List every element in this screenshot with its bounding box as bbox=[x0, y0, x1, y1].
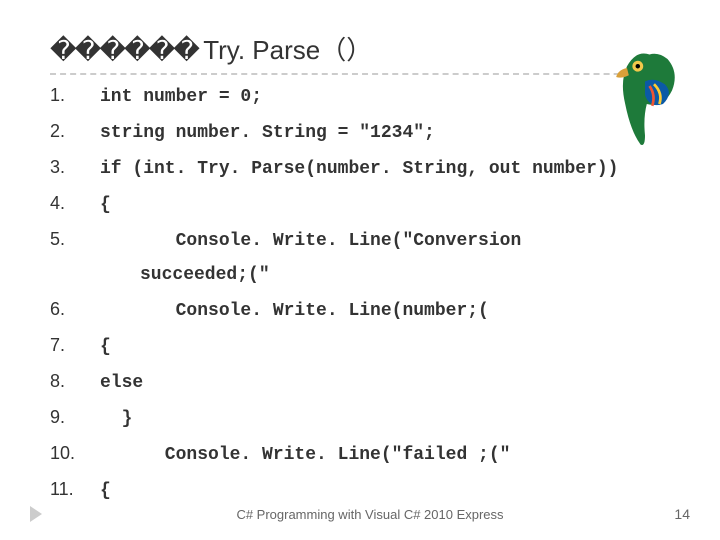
line-number: 5. bbox=[50, 229, 100, 250]
code-line: 5. Console. Write. Line("Conversion bbox=[50, 229, 670, 251]
code-line: 11. { bbox=[50, 479, 670, 501]
line-code: Console. Write. Line(number;( bbox=[100, 301, 489, 321]
code-line: 4. { bbox=[50, 193, 670, 215]
code-line: 9. } bbox=[50, 407, 670, 429]
line-number: 3. bbox=[50, 157, 100, 178]
slide-footer: C# Programming with Visual C# 2010 Expre… bbox=[50, 507, 690, 522]
footer-text: C# Programming with Visual C# 2010 Expre… bbox=[236, 507, 503, 522]
line-number: 2. bbox=[50, 121, 100, 142]
code-line: 10. Console. Write. Line("failed ;(" bbox=[50, 443, 670, 465]
line-number: 4. bbox=[50, 193, 100, 214]
line-code: else bbox=[100, 373, 143, 393]
code-line: 2. string number. String = "1234"; bbox=[50, 121, 670, 143]
line-number: 6. bbox=[50, 299, 100, 320]
line-number: 10. bbox=[50, 443, 100, 464]
line-code: Console. Write. Line("Conversion bbox=[100, 231, 521, 251]
code-line: 7. { bbox=[50, 335, 670, 357]
code-listing: 1. int number = 0; 2. string number. Str… bbox=[50, 85, 670, 501]
code-line-continuation: succeeded;(" bbox=[140, 265, 670, 285]
parrot-icon bbox=[600, 40, 690, 150]
line-number: 9. bbox=[50, 407, 100, 428]
title-main: Try. Parse（） bbox=[203, 35, 372, 65]
code-line: 8. else bbox=[50, 371, 670, 393]
slide-title: ������ Try. Parse（） bbox=[50, 30, 670, 75]
line-number: 7. bbox=[50, 335, 100, 356]
line-code: if (int. Try. Parse(number. String, out … bbox=[100, 159, 618, 179]
code-line: 6. Console. Write. Line(number;( bbox=[50, 299, 670, 321]
nav-triangle-icon bbox=[30, 506, 42, 522]
line-number: 11. bbox=[50, 479, 100, 500]
line-code: } bbox=[100, 409, 132, 429]
line-number: 8. bbox=[50, 371, 100, 392]
code-line: 1. int number = 0; bbox=[50, 85, 670, 107]
title-prefix: ������ bbox=[50, 35, 203, 65]
line-code: { bbox=[100, 481, 111, 501]
line-code: Console. Write. Line("failed ;(" bbox=[100, 445, 510, 465]
line-code: { bbox=[100, 195, 111, 215]
line-code: int number = 0; bbox=[100, 87, 262, 107]
line-code: { bbox=[100, 337, 111, 357]
page-number: 14 bbox=[674, 506, 690, 522]
slide: ������ Try. Parse（） 1. int number = 0; 2… bbox=[0, 0, 720, 540]
line-code: string number. String = "1234"; bbox=[100, 123, 435, 143]
code-line: 3. if (int. Try. Parse(number. String, o… bbox=[50, 157, 670, 179]
line-number: 1. bbox=[50, 85, 100, 106]
